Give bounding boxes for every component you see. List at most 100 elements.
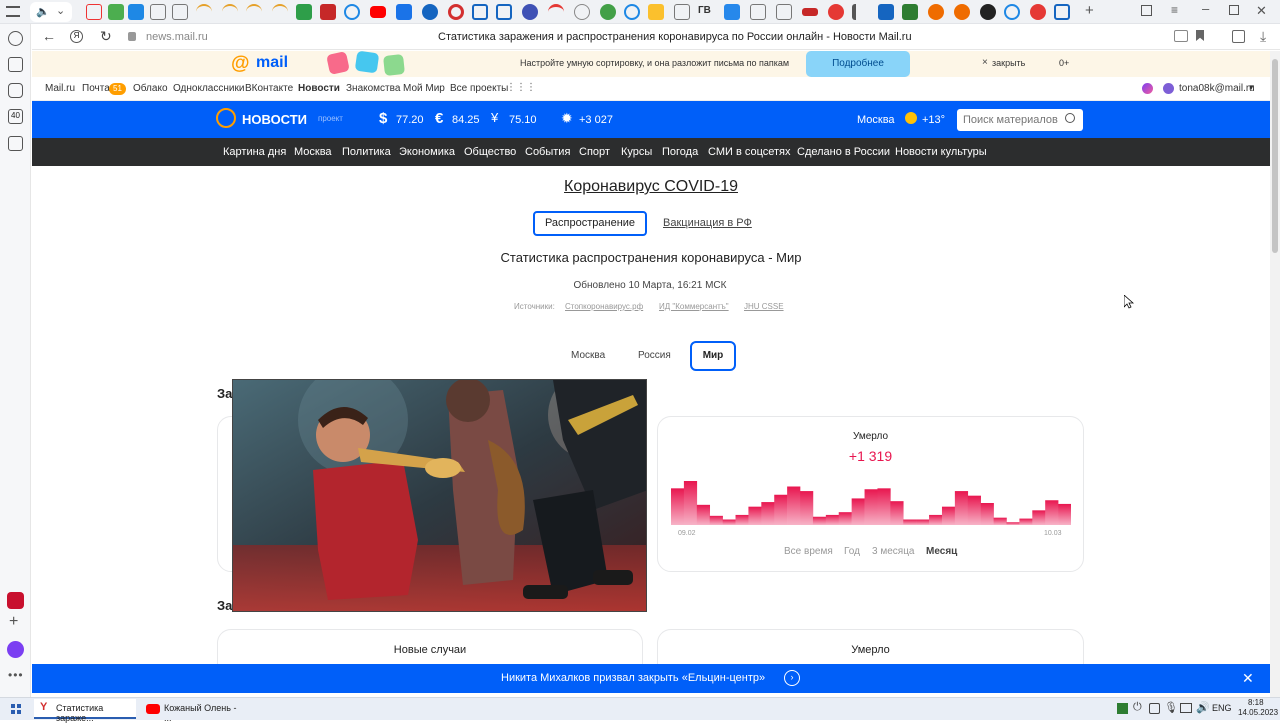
tab-favicon[interactable] bbox=[1054, 4, 1070, 20]
tab-favicon[interactable] bbox=[496, 4, 512, 20]
menu-icon[interactable] bbox=[6, 6, 20, 17]
collections-icon[interactable] bbox=[1232, 30, 1245, 43]
tab-favicon[interactable] bbox=[320, 4, 336, 20]
chart-bar[interactable] bbox=[916, 519, 930, 526]
page-heading[interactable]: Коронавирус COVID-19 bbox=[32, 178, 1270, 196]
grid-icon[interactable]: ⋮⋮⋮ bbox=[506, 82, 536, 93]
chart-bar[interactable] bbox=[1058, 503, 1071, 525]
chart-bar[interactable] bbox=[671, 488, 685, 525]
tab-favicon[interactable] bbox=[1030, 4, 1046, 20]
hamburger-icon[interactable]: ≡ bbox=[1171, 3, 1178, 17]
portal-link-ok[interactable]: Одноклассники bbox=[173, 83, 244, 94]
tab-favicon[interactable] bbox=[246, 4, 262, 20]
tab-favicon-text[interactable]: ГВ bbox=[698, 5, 711, 16]
chart-bar[interactable] bbox=[787, 486, 801, 526]
chart-bar[interactable] bbox=[800, 491, 814, 525]
reader-icon[interactable] bbox=[1174, 30, 1188, 42]
tab-spread[interactable]: Распространение bbox=[533, 211, 647, 236]
chart-bar[interactable] bbox=[825, 514, 840, 525]
tab-favicon[interactable] bbox=[902, 4, 918, 20]
new-tab-icon[interactable]: + bbox=[1085, 2, 1094, 19]
speed-icon[interactable]: 40 bbox=[8, 109, 23, 124]
other-rate[interactable]: 75.10 bbox=[509, 114, 537, 126]
portal-link-dating[interactable]: Знакомства bbox=[346, 83, 400, 94]
tab-favicon[interactable] bbox=[852, 4, 860, 20]
picture-in-picture-video[interactable] bbox=[232, 379, 647, 612]
bookmark-icon[interactable] bbox=[1196, 30, 1204, 41]
source-link[interactable]: JHU CSSE bbox=[744, 302, 784, 311]
tab-favicon[interactable] bbox=[522, 4, 538, 20]
weather-temp[interactable]: +13° bbox=[922, 114, 945, 126]
chart-bar[interactable] bbox=[1032, 510, 1046, 525]
app-icon[interactable] bbox=[7, 592, 24, 609]
tab-favicon[interactable] bbox=[172, 4, 188, 20]
speaker-icon[interactable]: 🔈 bbox=[36, 5, 50, 18]
download-icon[interactable]: ⤓ bbox=[1260, 28, 1266, 45]
chart-bar[interactable] bbox=[967, 495, 981, 525]
tab-favicon[interactable] bbox=[980, 4, 996, 20]
tab-favicon[interactable] bbox=[422, 4, 438, 20]
close-icon[interactable]: ✕ bbox=[1242, 670, 1254, 687]
tab-favicon[interactable] bbox=[750, 4, 766, 20]
rubric-item[interactable]: Политика bbox=[342, 146, 391, 158]
chart-bar[interactable] bbox=[696, 504, 711, 525]
rubric-item[interactable]: Картина дня bbox=[223, 146, 286, 158]
clock-time[interactable]: 8:18 bbox=[1248, 698, 1264, 707]
notes-icon[interactable] bbox=[8, 57, 23, 72]
search-icon[interactable] bbox=[1065, 113, 1075, 123]
promo-close-link[interactable]: закрыть bbox=[992, 58, 1025, 68]
rubric-item[interactable]: События bbox=[525, 146, 570, 158]
tab-favicon[interactable] bbox=[574, 4, 590, 20]
screenshot-icon[interactable] bbox=[8, 136, 23, 151]
region-russia[interactable]: Россия bbox=[638, 350, 671, 361]
tab-favicon[interactable] bbox=[222, 4, 238, 20]
close-window-icon[interactable]: ✕ bbox=[1256, 3, 1267, 19]
chart-bar[interactable] bbox=[851, 498, 865, 525]
chart-bar[interactable] bbox=[748, 506, 762, 525]
back-icon[interactable]: ← bbox=[42, 28, 56, 44]
tab-vaccination[interactable]: Вакцинация в РФ bbox=[663, 217, 752, 229]
virus-count[interactable]: +3 027 bbox=[579, 114, 613, 126]
usd-rate[interactable]: 77.20 bbox=[396, 114, 424, 126]
chevron-down-icon[interactable]: ▾ bbox=[1249, 82, 1254, 93]
clock-date[interactable]: 14.05.2023 bbox=[1238, 708, 1278, 717]
tab-favicon[interactable] bbox=[128, 4, 144, 20]
tab-favicon[interactable] bbox=[624, 4, 640, 20]
url-text[interactable]: news.mail.ru bbox=[146, 31, 208, 43]
source-link[interactable]: ИД "Коммерсантъ" bbox=[659, 302, 729, 311]
alice-icon[interactable] bbox=[7, 641, 24, 658]
chart-bar[interactable] bbox=[709, 515, 723, 525]
rubric-item[interactable]: Курсы bbox=[621, 146, 652, 158]
tab-favicon[interactable] bbox=[776, 4, 792, 20]
tab-favicon[interactable] bbox=[196, 4, 212, 20]
assistant-icon[interactable] bbox=[1142, 83, 1153, 94]
scrollbar[interactable] bbox=[1270, 51, 1280, 697]
portal-link-cloud[interactable]: Облако bbox=[133, 83, 168, 94]
tab-favicon[interactable] bbox=[344, 4, 360, 20]
network-icon[interactable] bbox=[1180, 703, 1192, 713]
region-moscow[interactable]: Москва bbox=[571, 350, 605, 361]
news-logo[interactable]: НОВОСТИ bbox=[242, 112, 307, 127]
avatar[interactable] bbox=[1163, 83, 1174, 94]
tabs-icon[interactable] bbox=[1141, 5, 1152, 16]
volume-icon[interactable]: 🔊 bbox=[1196, 701, 1210, 714]
period-month[interactable]: Месяц bbox=[926, 546, 957, 557]
vk-icon[interactable] bbox=[724, 4, 740, 20]
chart-bar[interactable] bbox=[735, 514, 749, 525]
period-all[interactable]: Все время bbox=[784, 546, 833, 557]
taskbar-item[interactable]: Кожаный Олень - ... bbox=[140, 699, 244, 723]
microphone-icon[interactable]: 🎙 bbox=[1164, 701, 1178, 714]
tab-favicon[interactable] bbox=[108, 4, 124, 20]
restore-icon[interactable] bbox=[1229, 5, 1239, 15]
user-email[interactable]: tona08k@mail.ru bbox=[1179, 83, 1255, 94]
rubric-item[interactable]: Экономика bbox=[399, 146, 455, 158]
minimize-icon[interactable]: – bbox=[1202, 1, 1209, 16]
chart-bar[interactable] bbox=[877, 488, 891, 525]
rubric-item[interactable]: Спорт bbox=[579, 146, 610, 158]
period-year[interactable]: Год bbox=[844, 546, 860, 557]
more-icon[interactable]: ••• bbox=[8, 668, 24, 682]
rubric-item[interactable]: Погода bbox=[662, 146, 698, 158]
tab-favicon[interactable] bbox=[448, 4, 464, 20]
tab-favicon[interactable] bbox=[396, 4, 412, 20]
language-indicator[interactable]: ENG bbox=[1212, 703, 1232, 713]
